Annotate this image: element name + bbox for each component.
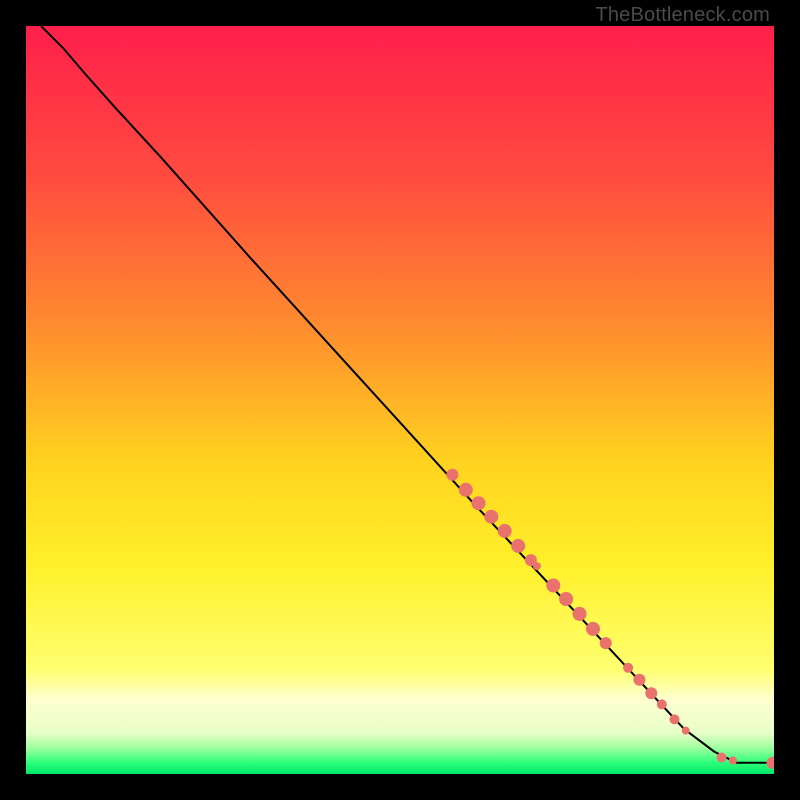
data-point bbox=[446, 469, 458, 481]
data-point bbox=[472, 496, 486, 510]
data-point bbox=[546, 579, 560, 593]
data-point bbox=[533, 562, 541, 570]
data-point bbox=[645, 687, 657, 699]
data-point bbox=[559, 592, 573, 606]
data-point bbox=[459, 483, 473, 497]
plot-area bbox=[26, 26, 774, 774]
data-point bbox=[623, 663, 633, 673]
data-point bbox=[729, 757, 737, 765]
watermark-text: TheBottleneck.com bbox=[595, 4, 770, 27]
data-point bbox=[670, 714, 680, 724]
data-point bbox=[633, 674, 645, 686]
data-point bbox=[498, 524, 512, 538]
data-point bbox=[586, 622, 600, 636]
chart-svg bbox=[26, 26, 774, 774]
gradient-background bbox=[26, 26, 774, 774]
data-point bbox=[600, 637, 612, 649]
data-point bbox=[573, 607, 587, 621]
data-point bbox=[511, 539, 525, 553]
data-point bbox=[682, 727, 690, 735]
data-point bbox=[717, 753, 727, 763]
data-point bbox=[657, 699, 667, 709]
data-point bbox=[484, 510, 498, 524]
